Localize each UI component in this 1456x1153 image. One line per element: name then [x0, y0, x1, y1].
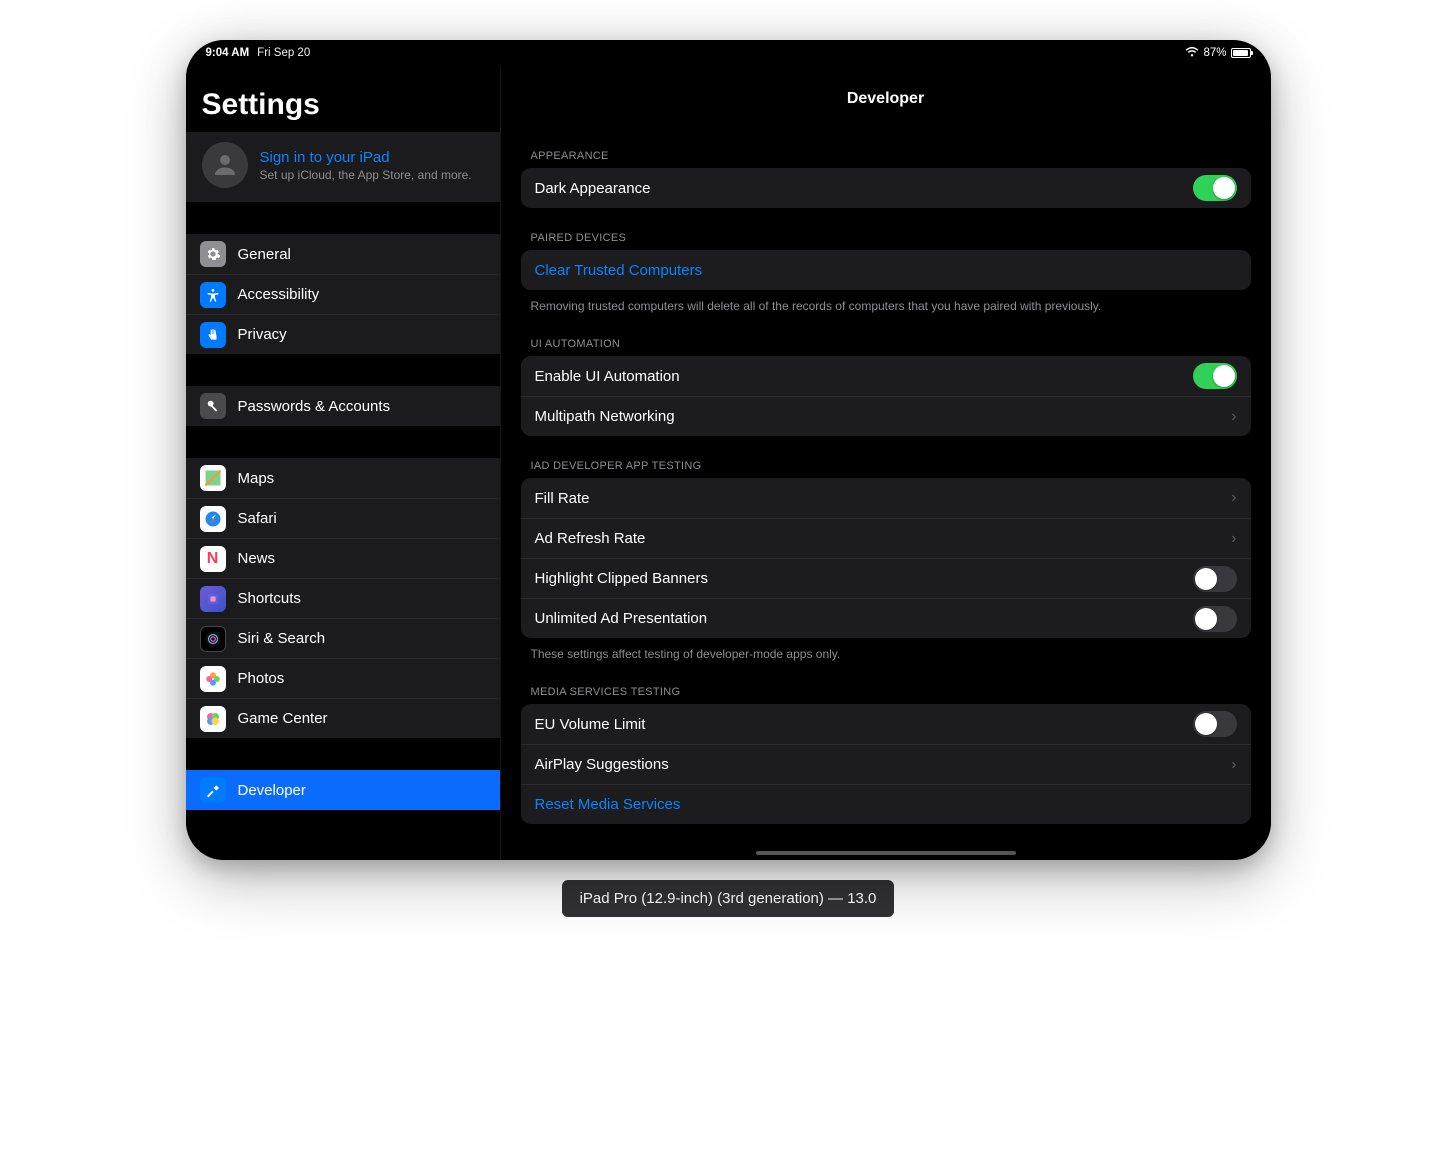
sidebar-item-label: Developer: [238, 782, 306, 799]
shortcuts-icon: [200, 586, 226, 612]
row-label: Multipath Networking: [535, 408, 675, 425]
row-reset-media-services[interactable]: Reset Media Services: [521, 784, 1251, 824]
row-clear-trusted-computers[interactable]: Clear Trusted Computers: [521, 250, 1251, 290]
switch-eu-volume-limit[interactable]: [1193, 711, 1237, 737]
row-label: Reset Media Services: [535, 796, 681, 813]
page-title: Developer: [501, 66, 1271, 126]
row-label: Unlimited Ad Presentation: [535, 610, 708, 627]
signin-link[interactable]: Sign in to your iPad: [260, 149, 472, 166]
battery-icon: [1231, 48, 1251, 58]
news-icon: N: [200, 546, 226, 572]
detail-pane: Developer APPEARANCE Dark Appearance PAIRE…: [501, 66, 1271, 860]
row-label: Highlight Clipped Banners: [535, 570, 708, 587]
section-header: IAD DEVELOPER APP TESTING: [501, 436, 1271, 478]
sidebar-item-general[interactable]: General: [186, 234, 500, 274]
gamecenter-icon: [200, 706, 226, 732]
row-label: Enable UI Automation: [535, 368, 680, 385]
sidebar-item-passwords-accounts[interactable]: Passwords & Accounts: [186, 386, 500, 426]
chevron-right-icon: ›: [1231, 756, 1236, 774]
row-label: EU Volume Limit: [535, 716, 646, 733]
status-date: Fri Sep 20: [257, 47, 310, 59]
key-icon: [200, 393, 226, 419]
settings-group: Clear Trusted Computers: [521, 250, 1251, 290]
row-label: Fill Rate: [535, 490, 590, 507]
section-header: UI AUTOMATION: [501, 314, 1271, 356]
row-label: Clear Trusted Computers: [535, 262, 703, 279]
sidebar-item-photos[interactable]: Photos: [186, 658, 500, 698]
section-header: MEDIA SERVICES TESTING: [501, 662, 1271, 704]
row-fill-rate[interactable]: Fill Rate ›: [521, 478, 1251, 518]
row-dark-appearance[interactable]: Dark Appearance: [521, 168, 1251, 208]
row-label: Ad Refresh Rate: [535, 530, 646, 547]
row-ad-refresh-rate[interactable]: Ad Refresh Rate ›: [521, 518, 1251, 558]
battery-percent: 87%: [1203, 47, 1226, 59]
gear-icon: [200, 241, 226, 267]
chevron-right-icon: ›: [1231, 489, 1236, 507]
sidebar-item-maps[interactable]: Maps: [186, 458, 500, 498]
sidebar-item-news[interactable]: N News: [186, 538, 500, 578]
settings-group: Enable UI Automation Multipath Networking…: [521, 356, 1251, 436]
hammer-icon: [200, 777, 226, 803]
switch-enable-ui-automation[interactable]: [1193, 363, 1237, 389]
sidebar-item-privacy[interactable]: Privacy: [186, 314, 500, 354]
safari-icon: [200, 506, 226, 532]
sidebar-item-game-center[interactable]: Game Center: [186, 698, 500, 738]
sidebar-item-safari[interactable]: Safari: [186, 498, 500, 538]
row-highlight-clipped-banners[interactable]: Highlight Clipped Banners: [521, 558, 1251, 598]
sidebar-item-shortcuts[interactable]: Shortcuts: [186, 578, 500, 618]
sidebar-item-developer[interactable]: Developer: [186, 770, 500, 810]
sidebar-item-label: Passwords & Accounts: [238, 398, 391, 415]
row-label: Dark Appearance: [535, 180, 651, 197]
sidebar-item-label: Privacy: [238, 326, 287, 343]
device-caption: iPad Pro (12.9-inch) (3rd generation) — …: [562, 880, 895, 917]
wifi-icon: [1185, 47, 1199, 60]
chevron-right-icon: ›: [1231, 530, 1236, 548]
avatar: [202, 142, 248, 188]
settings-group: EU Volume Limit AirPlay Suggestions › Reset…: [521, 704, 1251, 824]
sidebar-item-siri-search[interactable]: Siri & Search: [186, 618, 500, 658]
status-bar: 9:04 AM Fri Sep 20 87%: [186, 40, 1271, 66]
sidebar-item-label: Maps: [238, 470, 275, 487]
settings-sidebar[interactable]: Settings Sign in to your iPad Set up iCl…: [186, 66, 501, 860]
row-multipath-networking[interactable]: Multipath Networking ›: [521, 396, 1251, 436]
row-unlimited-ad-presentation[interactable]: Unlimited Ad Presentation: [521, 598, 1251, 638]
section-footer: These settings affect testing of develop…: [501, 638, 1271, 662]
settings-group: Dark Appearance: [521, 168, 1251, 208]
sidebar-item-label: Shortcuts: [238, 590, 301, 607]
row-label: AirPlay Suggestions: [535, 756, 669, 773]
sidebar-item-accessibility[interactable]: Accessibility: [186, 274, 500, 314]
row-airplay-suggestions[interactable]: AirPlay Suggestions ›: [521, 744, 1251, 784]
section-footer: Removing trusted computers will delete a…: [501, 290, 1271, 314]
chevron-right-icon: ›: [1231, 408, 1236, 426]
accessibility-icon: [200, 282, 226, 308]
sidebar-item-label: Siri & Search: [238, 630, 326, 647]
row-eu-volume-limit[interactable]: EU Volume Limit: [521, 704, 1251, 744]
switch-unlimited-ad-presentation[interactable]: [1193, 606, 1237, 632]
sidebar-item-label: News: [238, 550, 276, 567]
sidebar-item-label: Photos: [238, 670, 285, 687]
maps-icon: [200, 465, 226, 491]
signin-row[interactable]: Sign in to your iPad Set up iCloud, the …: [186, 132, 500, 202]
sidebar-title: Settings: [186, 66, 500, 132]
status-time: 9:04 AM: [206, 47, 250, 59]
section-header: APPEARANCE: [501, 126, 1271, 168]
device-frame: 9:04 AM Fri Sep 20 87% Settings Sign in …: [186, 40, 1271, 860]
photos-icon: [200, 666, 226, 692]
sidebar-item-label: Safari: [238, 510, 277, 527]
section-header: PAIRED DEVICES: [501, 208, 1271, 250]
sidebar-item-label: Game Center: [238, 710, 328, 727]
row-enable-ui-automation[interactable]: Enable UI Automation: [521, 356, 1251, 396]
home-indicator[interactable]: [756, 851, 1016, 855]
hand-icon: [200, 322, 226, 348]
sidebar-item-label: General: [238, 246, 291, 263]
sidebar-item-label: Accessibility: [238, 286, 320, 303]
settings-group: Fill Rate › Ad Refresh Rate › Highlight Clip…: [521, 478, 1251, 638]
signin-subtitle: Set up iCloud, the App Store, and more.: [260, 168, 472, 182]
switch-dark-appearance[interactable]: [1193, 175, 1237, 201]
siri-icon: [200, 626, 226, 652]
switch-highlight-clipped-banners[interactable]: [1193, 566, 1237, 592]
